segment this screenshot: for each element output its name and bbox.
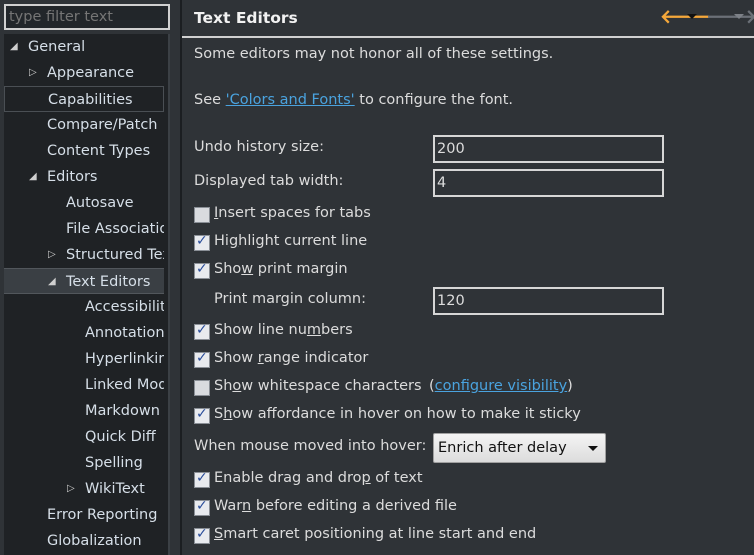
tree-item-label: Linked Mode — [85, 377, 164, 393]
preference-tree: ◢ General ▷ Appearance Capabilities Compare/P… — [4, 34, 168, 555]
tree-item[interactable]: Linked Mode — [4, 372, 164, 398]
tree-item[interactable]: ◢ Text Editors — [4, 268, 164, 294]
expanded-twisty-icon[interactable]: ◢ — [48, 269, 56, 293]
undo-history-input[interactable] — [433, 135, 664, 163]
checkbox[interactable] — [194, 380, 210, 396]
tree-item[interactable]: Globalization — [4, 528, 164, 554]
tree-item-label: Content Types — [47, 143, 151, 159]
hover-mode-select[interactable]: Enrich after delay — [433, 433, 606, 463]
checkbox-label[interactable]: Show line numbers — [214, 322, 353, 338]
tree-item[interactable]: Compare/Patch — [4, 112, 164, 138]
tree-item[interactable]: Error Reporting — [4, 502, 164, 528]
collapsed-twisty-icon[interactable]: ▷ — [67, 476, 75, 502]
collapsed-twisty-icon[interactable]: ▷ — [29, 60, 37, 86]
print-margin-column-label: Print margin column: — [214, 291, 366, 307]
tree-item[interactable]: ◢ Editors — [4, 164, 164, 190]
filter-input[interactable] — [4, 4, 170, 30]
checkbox-label[interactable]: Highlight current line — [214, 233, 367, 249]
collapsed-twisty-icon[interactable]: ▷ — [48, 242, 56, 268]
font-hint: See 'Colors and Fonts' to configure the … — [194, 92, 513, 108]
colors-and-fonts-link[interactable]: 'Colors and Fonts' — [226, 92, 355, 108]
tree-item[interactable]: Annotations — [4, 320, 164, 346]
checkbox[interactable] — [194, 261, 210, 279]
checkbox[interactable] — [194, 350, 210, 368]
tree-item[interactable]: ◢ General — [4, 34, 164, 60]
tree-item[interactable]: Hyperlinking — [4, 346, 164, 372]
tree-item[interactable]: File Associations — [4, 216, 164, 242]
checkbox[interactable] — [194, 233, 210, 251]
page-header: Text Editors 🡐 🡒 — [182, 0, 754, 38]
page-title: Text Editors — [194, 9, 298, 27]
forward-history-dropdown[interactable] — [734, 14, 744, 19]
checkbox-label[interactable]: Insert spaces for tabs — [214, 205, 371, 221]
checkbox[interactable] — [194, 322, 210, 340]
tree-item-label: Compare/Patch — [47, 117, 158, 133]
tree-item[interactable]: ▷ WikiText — [4, 476, 164, 502]
page-note: Some editors may not honor all of these … — [194, 46, 554, 62]
checkbox[interactable] — [194, 470, 210, 488]
font-hint-pre: See — [194, 92, 226, 108]
tree-item-label: Markdown — [85, 403, 160, 419]
tree-item-label: Globalization — [47, 533, 142, 549]
checkbox[interactable] — [194, 526, 210, 544]
hover-mode-value: Enrich after delay — [438, 440, 567, 456]
tree-item-label: Editors — [47, 169, 98, 185]
checkbox-label[interactable]: Smart caret positioning at line start an… — [214, 526, 536, 542]
checkbox-label[interactable]: Show range indicator — [214, 350, 368, 366]
tree-scrollbar[interactable] — [168, 34, 170, 555]
tree-item[interactable]: Markdown — [4, 398, 164, 424]
tree-item[interactable]: Autosave — [4, 190, 164, 216]
checkbox[interactable] — [194, 406, 210, 424]
hover-mode-label: When mouse moved into hover: — [194, 438, 427, 454]
configure-visibility-link[interactable]: configure visibility — [435, 378, 567, 394]
tree-item[interactable]: ▷ Appearance — [4, 60, 164, 86]
tree-item-label: WikiText — [85, 481, 145, 497]
checkbox-label[interactable]: Show print margin — [214, 261, 348, 277]
preference-page: Text Editors 🡐 🡒 Some editors may not ho… — [182, 0, 754, 555]
tree-item-label: Quick Diff — [85, 429, 156, 445]
tree-item[interactable]: Quick Diff — [4, 424, 164, 450]
tab-width-input[interactable] — [433, 169, 664, 197]
checkbox-label[interactable]: Show whitespace characters — [214, 378, 422, 394]
arrow-left-icon[interactable]: 🡐 — [660, 5, 711, 28]
print-margin-column-input[interactable] — [433, 287, 664, 315]
tree-item-label: Accessibility — [85, 299, 164, 315]
chevron-down-icon — [588, 446, 598, 451]
tree-item-label: Structured Text Editors — [66, 247, 164, 263]
expanded-twisty-icon[interactable]: ◢ — [29, 164, 37, 190]
configure-visibility-group: (configure visibility) — [429, 378, 573, 394]
tree-item-label: General — [28, 39, 86, 55]
tree-item-label: Annotations — [85, 325, 164, 341]
arrow-right-icon[interactable]: 🡒 — [706, 5, 754, 28]
tree-item[interactable]: Accessibility — [4, 294, 164, 320]
undo-history-label: Undo history size: — [194, 139, 324, 155]
checkbox[interactable] — [194, 498, 210, 516]
checkbox[interactable] — [194, 207, 210, 223]
checkbox-label[interactable]: Enable drag and drop of text — [214, 470, 423, 486]
tree-item[interactable]: ▷ Structured Text Editors — [4, 242, 164, 268]
tree-item-label: Text Editors — [66, 274, 151, 290]
back-history-dropdown[interactable] — [687, 14, 697, 19]
tree-item-label: Error Reporting — [47, 507, 158, 523]
tree-item-label: File Associations — [66, 221, 164, 237]
tab-width-label: Displayed tab width: — [194, 173, 344, 189]
tree-item-label: Capabilities — [48, 92, 133, 108]
expanded-twisty-icon[interactable]: ◢ — [10, 34, 18, 60]
preference-navigation: ◢ General ▷ Appearance Capabilities Compare/P… — [0, 0, 172, 555]
tree-item[interactable]: Capabilities — [4, 86, 164, 112]
tree-item-label: Hyperlinking — [85, 351, 164, 367]
tree-item-label: Appearance — [47, 65, 135, 81]
tree-item-label: Autosave — [66, 195, 134, 211]
tree-item[interactable]: Spelling — [4, 450, 164, 476]
tree-item-label: Spelling — [85, 455, 143, 471]
checkbox-label[interactable]: Show affordance in hover on how to make … — [214, 406, 581, 422]
checkbox-label[interactable]: Warn before editing a derived file — [214, 498, 457, 514]
font-hint-post: to configure the font. — [354, 92, 514, 108]
tree-item[interactable]: Content Types — [4, 138, 164, 164]
